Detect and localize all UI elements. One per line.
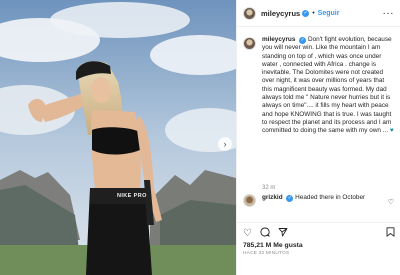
post-timestamp: HACE 32 MINUTOS [243, 251, 290, 256]
comment-item: grizkid ✓ Headed there in October ♡ [237, 194, 400, 224]
likes-count[interactable]: 785,21 M Me gusta [243, 242, 395, 249]
caption: mileycyrus ✓ Don't fight evolution, beca… [243, 36, 394, 136]
header-username[interactable]: mileycyrus [261, 9, 300, 18]
action-icons: ♡ [243, 227, 395, 240]
caption-section: mileycyrus ✓ Don't fight evolution, beca… [237, 27, 400, 182]
caption-timestamp: 32 m [262, 185, 276, 191]
heart-icon[interactable]: ♡ [243, 228, 252, 239]
avatar[interactable] [243, 194, 256, 207]
post-detail-panel: mileycyrus ✓ • Seguir ··· mileycyrus ✓ D… [236, 0, 400, 275]
blue-heart-icon: ♥ [389, 127, 394, 135]
follow-button[interactable]: Seguir [318, 10, 340, 17]
verified-icon: ✓ [299, 36, 307, 44]
separator-dot: • [312, 9, 315, 17]
comment-username[interactable]: grizkid [262, 194, 283, 201]
comment-text: Headed there in October [295, 194, 366, 201]
caption-body: mileycyrus ✓ Don't fight evolution, beca… [262, 36, 394, 136]
avatar[interactable] [243, 37, 256, 50]
small-heart-icon[interactable]: ♡ [388, 198, 394, 206]
avatar[interactable] [243, 6, 256, 20]
post-header: mileycyrus ✓ • Seguir ··· [237, 0, 400, 27]
comment-icon[interactable] [260, 227, 270, 240]
chevron-right-icon[interactable]: › [218, 137, 232, 151]
caption-username[interactable]: mileycyrus [262, 36, 295, 43]
bookmark-icon[interactable] [386, 227, 395, 240]
shorts-logo-text: NIKE PRO [117, 193, 147, 199]
share-icon[interactable] [278, 227, 288, 240]
more-options-icon[interactable]: ··· [383, 8, 395, 19]
post-photo[interactable]: NIKE PRO › [0, 0, 236, 275]
comment-body: grizkid ✓ Headed there in October [262, 194, 380, 202]
action-bar: ♡ 785,21 M Me gusta HACE 32 MINUTOS [237, 222, 400, 256]
photo-scene [0, 0, 236, 275]
caption-text: Don't fight evolution, because you will … [262, 36, 392, 135]
verified-icon: ✓ [302, 9, 310, 17]
verified-icon: ✓ [286, 194, 294, 202]
